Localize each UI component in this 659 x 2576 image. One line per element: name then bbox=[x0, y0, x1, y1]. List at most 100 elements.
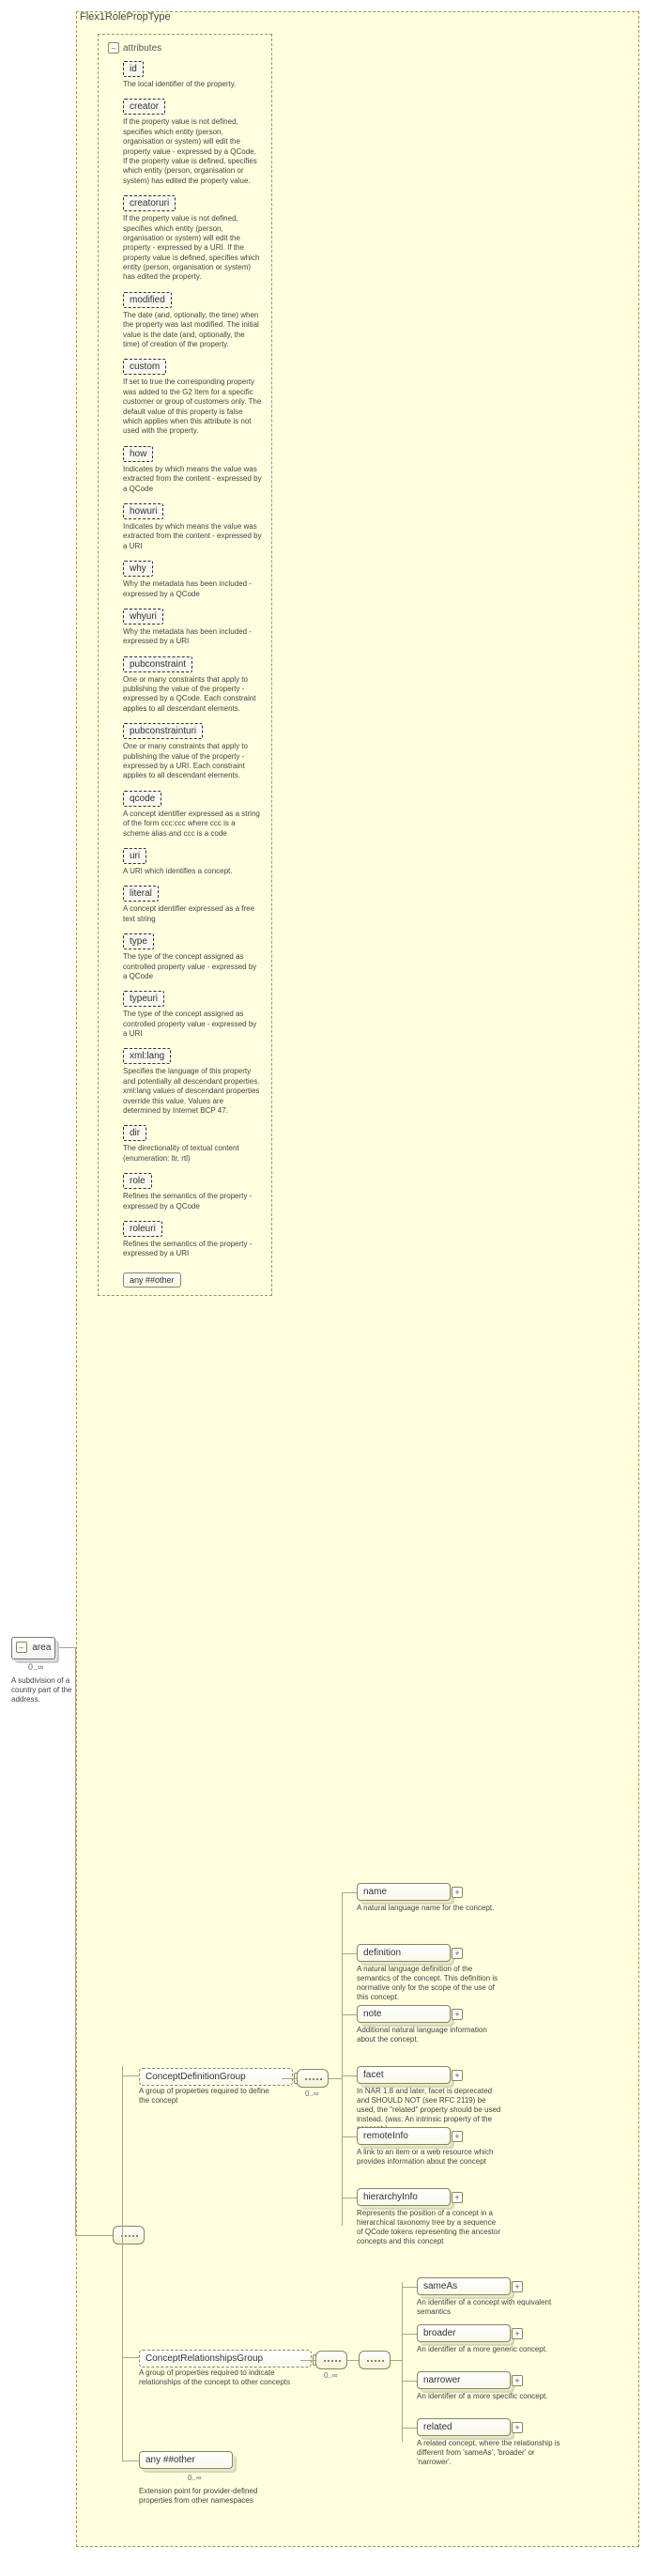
attribute-custom: customIf set to true the corresponding p… bbox=[123, 359, 262, 436]
element-hierarchyInfo: hierarchyInfo+ bbox=[357, 2188, 451, 2206]
attribute-id: idThe local identifier of the property. bbox=[123, 61, 262, 89]
connector bbox=[122, 2357, 139, 2358]
element-narrower: narrower+ bbox=[417, 2371, 511, 2389]
connector bbox=[342, 1953, 357, 1954]
attribute-literal: literalA concept identifier expressed as… bbox=[123, 886, 262, 924]
attribute-description: If the property value is not defined, sp… bbox=[123, 214, 262, 283]
cdg-cardinality: 0..∞ bbox=[305, 2090, 319, 2098]
schema-diagram-canvas: Flex1RolePropType – area 0..∞ A subdivis… bbox=[0, 0, 659, 2576]
attribute-description: Why the metadata has been included - exp… bbox=[123, 579, 262, 599]
attribute-dir: dirThe directionality of textual content… bbox=[123, 1125, 262, 1164]
attribute-name: literal bbox=[123, 886, 159, 902]
attribute-typeuri: typeuri The type of the concept assigned … bbox=[123, 991, 262, 1039]
connector bbox=[402, 2428, 417, 2429]
element-description: A link to an item or a web resource whic… bbox=[357, 2148, 502, 2167]
attribute-name: howuri bbox=[123, 503, 163, 519]
element-description: An identifier of a more specific concept… bbox=[417, 2392, 562, 2401]
element-description: Additional natural language information … bbox=[357, 2026, 502, 2044]
attribute-xml-lang: xml:langSpecifies the language of this p… bbox=[123, 1048, 262, 1116]
connector bbox=[391, 2360, 402, 2361]
connector bbox=[75, 2235, 113, 2236]
attribute-description: A concept identifier expressed as a stri… bbox=[123, 810, 262, 839]
element-description: A natural language name for the concept. bbox=[357, 1904, 502, 1913]
sequence-icon bbox=[113, 2226, 145, 2244]
element-definition: definition+ bbox=[357, 1944, 451, 1962]
attribute-name: roleuri bbox=[123, 1221, 162, 1237]
expand-icon[interactable]: + bbox=[452, 1948, 463, 1959]
expand-icon[interactable]: + bbox=[512, 2375, 523, 2386]
attribute-name: whyuri bbox=[123, 609, 163, 625]
attribute-name: uri bbox=[123, 848, 146, 864]
attribute-name: qcode bbox=[123, 791, 161, 807]
type-title: Flex1RolePropType bbox=[80, 11, 171, 23]
connector bbox=[122, 2075, 139, 2076]
attribute-name: role bbox=[123, 1173, 152, 1189]
element-description: Represents the position of a concept in … bbox=[357, 2209, 502, 2246]
attribute-why: why Why the metadata has been included - … bbox=[123, 561, 262, 599]
attribute-uri: uri A URI which identifies a concept. bbox=[123, 848, 262, 876]
attribute-description: If the property value is not defined, sp… bbox=[123, 117, 262, 186]
expand-icon[interactable]: + bbox=[512, 2422, 523, 2433]
attribute-whyuri: whyuri Why the metadata has been included… bbox=[123, 609, 262, 647]
area-cardinality: 0..∞ bbox=[28, 1662, 43, 1672]
connector bbox=[300, 2360, 315, 2361]
attribute-how: howIndicates by which means the value wa… bbox=[123, 446, 262, 494]
any-other-element: any ##other bbox=[139, 2451, 233, 2469]
expand-icon[interactable]: + bbox=[452, 2070, 463, 2081]
expand-icon[interactable]: + bbox=[452, 2131, 463, 2142]
element-remoteInfo: remoteInfo+ bbox=[357, 2127, 451, 2145]
attribute-name: xml:lang bbox=[123, 1048, 171, 1064]
attribute-name: type bbox=[123, 933, 154, 949]
expand-icon[interactable]: + bbox=[512, 2281, 523, 2292]
attribute-name: custom bbox=[123, 359, 166, 375]
attribute-creator: creatorIf the property value is not defi… bbox=[123, 99, 262, 186]
expand-icon[interactable]: + bbox=[452, 2009, 463, 2020]
connector bbox=[342, 2136, 357, 2137]
attribute-name: pubconstraint bbox=[123, 656, 192, 672]
attribute-description: Indicates by which means the value was e… bbox=[123, 522, 262, 551]
attribute-description: Refines the semantics of the property - … bbox=[123, 1240, 262, 1259]
area-label: area bbox=[32, 1643, 51, 1653]
element-facet: facet+ bbox=[357, 2066, 451, 2084]
attribute-howuri: howuri Indicates by which means the value… bbox=[123, 503, 262, 551]
attribute-description: The date (and, optionally, the time) whe… bbox=[123, 311, 262, 350]
expand-icon[interactable]: + bbox=[512, 2328, 523, 2339]
attribute-modified: modifiedThe date (and, optionally, the t… bbox=[123, 292, 262, 350]
attribute-qcode: qcode A concept identifier expressed as a… bbox=[123, 791, 262, 839]
attribute-description: A URI which identifies a concept. bbox=[123, 867, 262, 876]
element-name: name+ bbox=[357, 1883, 451, 1901]
connector bbox=[122, 2066, 123, 2460]
element-description: A related concept, where the relationshi… bbox=[417, 2439, 562, 2467]
connector bbox=[402, 2287, 417, 2288]
element-note: note+ bbox=[357, 2005, 451, 2023]
attribute-description: The type of the concept assigned as cont… bbox=[123, 1010, 262, 1039]
expand-icon[interactable]: + bbox=[452, 2192, 463, 2203]
attribute-name: id bbox=[123, 61, 144, 77]
any-other-attribute: any ##other bbox=[123, 1273, 181, 1288]
attribute-name: dir bbox=[123, 1125, 146, 1141]
expand-icon[interactable]: + bbox=[452, 1887, 463, 1898]
area-element: – area bbox=[11, 1637, 55, 1659]
attribute-pubconstraint: pubconstraintOne or many constraints tha… bbox=[123, 656, 262, 715]
sequence-icon bbox=[297, 2069, 329, 2088]
collapse-icon[interactable]: – bbox=[16, 1642, 27, 1653]
crg-desc: A group of properties required to indica… bbox=[139, 2368, 294, 2387]
sequence-icon bbox=[315, 2351, 347, 2369]
attribute-name: pubconstrainturi bbox=[123, 723, 203, 739]
attribute-creatoruri: creatoruri If the property value is not d… bbox=[123, 195, 262, 283]
attribute-description: Why the metadata has been included - exp… bbox=[123, 627, 262, 647]
attribute-name: creatoruri bbox=[123, 195, 176, 211]
collapse-icon[interactable]: – bbox=[108, 42, 119, 54]
attributes-title: – attributes bbox=[108, 42, 262, 54]
attribute-name: how bbox=[123, 446, 153, 462]
connector bbox=[342, 1892, 357, 1893]
element-description: A natural language definition of the sem… bbox=[357, 1965, 502, 2002]
attribute-role: roleRefines the semantics of the propert… bbox=[123, 1173, 262, 1211]
connector bbox=[122, 2460, 139, 2461]
attribute-name: why bbox=[123, 561, 153, 577]
element-related: related+ bbox=[417, 2418, 511, 2436]
connector bbox=[75, 1647, 76, 2236]
attribute-name: typeuri bbox=[123, 991, 164, 1007]
crg-cardinality: 0..∞ bbox=[324, 2371, 338, 2380]
connector bbox=[342, 2075, 357, 2076]
